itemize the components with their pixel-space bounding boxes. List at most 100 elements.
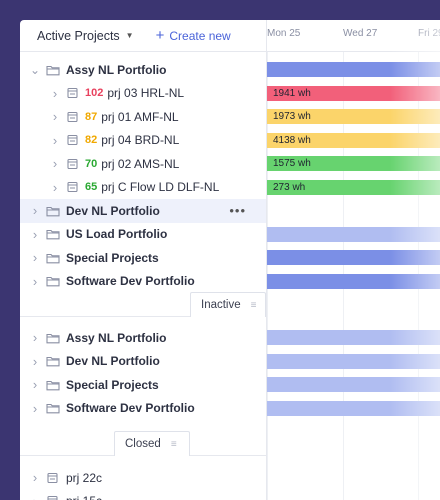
- project-row[interactable]: › prj 15c: [20, 490, 266, 500]
- project-icon: [66, 111, 80, 123]
- portfolio-row[interactable]: › Assy NL Portfolio: [20, 326, 266, 350]
- chevron-right-icon[interactable]: ›: [50, 133, 60, 148]
- portfolio-name: Special Projects: [66, 377, 159, 392]
- project-name: prj 03 HRL-NL: [107, 86, 185, 101]
- chevron-right-icon[interactable]: ›: [50, 180, 60, 195]
- create-new-label: Create new: [169, 28, 231, 43]
- portfolio-name: Software Dev Portfolio: [66, 274, 195, 289]
- folder-icon: [46, 402, 60, 414]
- portfolio-row[interactable]: › US Load Portfolio: [20, 223, 266, 247]
- project-row[interactable]: › 87 prj 01 AMF-NL: [20, 105, 266, 129]
- more-options-icon[interactable]: •••: [229, 203, 246, 218]
- timeline-bar[interactable]: [267, 250, 440, 265]
- timeline-bar[interactable]: [267, 353, 440, 369]
- project-icon: [66, 134, 80, 146]
- drag-handle-icon[interactable]: ≡: [171, 439, 177, 450]
- chevron-down-icon[interactable]: ⌄: [30, 64, 40, 76]
- timeline-bar-labeled[interactable]: 1973 wh: [267, 109, 440, 124]
- project-icon: [46, 495, 60, 500]
- portfolio-row[interactable]: › Dev NL Portfolio •••: [20, 199, 266, 223]
- folder-icon: [46, 275, 60, 287]
- view-selector-label: Active Projects: [37, 28, 120, 43]
- portfolio-name: Dev NL Portfolio: [66, 354, 160, 369]
- project-name: prj 22c: [66, 470, 103, 485]
- drag-handle-icon[interactable]: ≡: [251, 300, 257, 311]
- section-tab-closed[interactable]: Closed ≡: [114, 431, 190, 456]
- portfolio-row[interactable]: ⌄ Assy NL Portfolio: [20, 58, 266, 82]
- portfolio-row[interactable]: › Special Projects: [20, 246, 266, 270]
- project-name: prj 04 BRD-NL: [101, 133, 180, 148]
- progress-count: 102: [85, 87, 104, 100]
- day-label: Fri 29: [418, 28, 440, 39]
- folder-icon: [46, 252, 60, 264]
- folder-icon: [46, 228, 60, 240]
- project-icon: [46, 472, 60, 484]
- portfolio-name: Special Projects: [66, 250, 159, 265]
- project-name: prj 01 AMF-NL: [101, 109, 179, 124]
- section-tab-inactive[interactable]: Inactive ≡: [190, 292, 266, 317]
- timeline-bar-labeled[interactable]: 1575 wh: [267, 156, 440, 171]
- progress-count: 82: [85, 134, 98, 147]
- progress-count: 65: [85, 181, 98, 194]
- project-row[interactable]: › 82 prj 04 BRD-NL: [20, 129, 266, 153]
- timeline-bar[interactable]: [267, 62, 440, 77]
- chevron-right-icon[interactable]: ›: [30, 401, 40, 416]
- project-row[interactable]: › 65 prj C Flow LD DLF-NL: [20, 176, 266, 200]
- chevron-right-icon[interactable]: ›: [30, 203, 40, 218]
- portfolio-name: Software Dev Portfolio: [66, 401, 195, 416]
- timeline-bar-labeled[interactable]: 4138 wh: [267, 132, 440, 148]
- folder-icon: [46, 355, 60, 367]
- project-row[interactable]: › prj 22c: [20, 466, 266, 490]
- timeline-bar-labeled[interactable]: 1941 wh: [267, 85, 440, 101]
- day-label: Wed 27: [343, 28, 378, 39]
- portfolio-row[interactable]: › Software Dev Portfolio: [20, 270, 266, 294]
- folder-icon: [46, 205, 60, 217]
- chevron-right-icon[interactable]: ›: [50, 86, 60, 101]
- chevron-right-icon[interactable]: ›: [30, 227, 40, 242]
- chevron-right-icon[interactable]: ›: [30, 330, 40, 345]
- chevron-right-icon[interactable]: ›: [30, 354, 40, 369]
- timeline-bar[interactable]: [267, 226, 440, 242]
- section-label: Closed: [125, 438, 161, 450]
- portfolio-row[interactable]: › Software Dev Portfolio: [20, 397, 266, 421]
- toolbar: Active Projects ▼ + Create new: [20, 20, 266, 52]
- chevron-right-icon[interactable]: ›: [50, 109, 60, 124]
- timeline-bar[interactable]: [267, 377, 440, 392]
- chevron-right-icon[interactable]: ›: [30, 470, 40, 485]
- portfolio-row[interactable]: › Dev NL Portfolio: [20, 350, 266, 374]
- progress-count: 70: [85, 157, 98, 170]
- timeline-header: Mon 25 Wed 27 Fri 29: [267, 20, 440, 52]
- project-name: prj 02 AMS-NL: [101, 156, 180, 171]
- project-tree: ⌄ Assy NL Portfolio › 102 prj 03 HRL-NL › 87 pr…: [20, 52, 266, 500]
- folder-icon: [46, 64, 60, 76]
- timeline-bar[interactable]: [267, 273, 440, 289]
- chevron-right-icon[interactable]: ›: [30, 274, 40, 289]
- portfolio-name: Assy NL Portfolio: [66, 330, 167, 345]
- folder-icon: [46, 332, 60, 344]
- create-new-button[interactable]: + Create new: [155, 26, 231, 44]
- timeline-bar[interactable]: [267, 400, 440, 416]
- section-label: Inactive: [201, 299, 241, 311]
- project-icon: [66, 158, 80, 170]
- progress-count: 87: [85, 110, 98, 123]
- project-icon: [66, 181, 80, 193]
- portfolio-name: Assy NL Portfolio: [66, 62, 167, 77]
- timeline-bar[interactable]: [267, 330, 440, 345]
- project-name: prj C Flow LD DLF-NL: [101, 180, 220, 195]
- chevron-right-icon[interactable]: ›: [30, 250, 40, 265]
- timeline-bar-labeled[interactable]: 273 wh: [267, 179, 440, 195]
- timeline-area: 1941 wh 1973 wh 4138 wh 1575 wh 273 wh: [267, 52, 440, 500]
- project-row[interactable]: › 70 prj 02 AMS-NL: [20, 152, 266, 176]
- day-label: Mon 25: [267, 28, 301, 39]
- portfolio-name: Dev NL Portfolio: [66, 203, 160, 218]
- project-timeline-panel: Active Projects ▼ + Create new Mon 25 We…: [20, 20, 440, 500]
- chevron-right-icon[interactable]: ›: [30, 494, 40, 500]
- caret-down-icon: ▼: [125, 31, 134, 40]
- view-selector[interactable]: Active Projects ▼: [37, 29, 134, 43]
- portfolio-row[interactable]: › Special Projects: [20, 373, 266, 397]
- plus-icon: +: [155, 26, 165, 44]
- portfolio-name: US Load Portfolio: [66, 227, 168, 242]
- project-row[interactable]: › 102 prj 03 HRL-NL: [20, 82, 266, 106]
- chevron-right-icon[interactable]: ›: [30, 377, 40, 392]
- chevron-right-icon[interactable]: ›: [50, 156, 60, 171]
